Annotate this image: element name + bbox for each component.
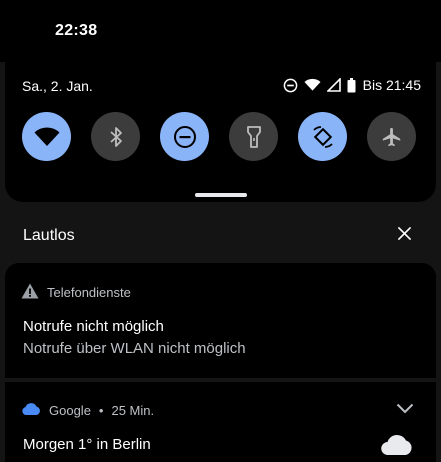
weather-cloud-icon: [380, 432, 414, 461]
notification-app-name: Telefondienste: [47, 285, 131, 300]
battery-text: Bis 21:45: [362, 77, 421, 93]
notification-app-name: Google: [49, 403, 91, 418]
bluetooth-icon: [109, 126, 123, 148]
warning-icon: [21, 283, 39, 302]
clock: 22:38: [55, 22, 98, 39]
notification-title: Morgen 1° in Berlin: [23, 436, 151, 453]
drag-handle[interactable]: [195, 193, 247, 197]
qs-status-icons: Bis 21:45: [283, 77, 421, 93]
wifi-icon: [34, 126, 60, 147]
cloud-icon: [21, 402, 41, 419]
battery-icon: [347, 77, 356, 93]
airplane-icon: [381, 126, 403, 148]
notification-card-google[interactable]: Google • 25 Min. Morgen 1° in Berlin: [5, 382, 436, 462]
quick-settings-panel: Sa., 2. Jan. Bis 21:45: [5, 62, 436, 202]
silent-section-header: Lautlos: [0, 213, 441, 259]
auto-rotate-icon: [311, 125, 335, 149]
notification-card-telefondienste[interactable]: Telefondienste Notrufe nicht möglich Not…: [5, 263, 436, 378]
notification-header: Google • 25 Min.: [21, 402, 154, 419]
close-button[interactable]: [394, 226, 414, 246]
tile-wifi[interactable]: [22, 112, 71, 161]
separator-dot: •: [98, 403, 104, 418]
notification-header: Telefondienste: [21, 283, 131, 302]
flashlight-icon: [246, 125, 261, 148]
do-not-disturb-icon: [283, 78, 298, 93]
expand-button[interactable]: [394, 401, 416, 419]
chevron-down-icon: [396, 401, 414, 419]
notification-title: Notrufe nicht möglich: [23, 318, 164, 335]
tile-do-not-disturb[interactable]: [160, 112, 209, 161]
tile-flashlight[interactable]: [229, 112, 278, 161]
quick-settings-tiles: [22, 112, 416, 161]
tile-bluetooth[interactable]: [91, 112, 140, 161]
tile-airplane-mode[interactable]: [367, 112, 416, 161]
close-icon: [397, 227, 411, 245]
signal-icon: [326, 78, 341, 92]
wifi-icon: [304, 78, 321, 92]
notification-time: 25 Min.: [111, 403, 155, 418]
silent-section-title: Lautlos: [23, 227, 75, 244]
do-not-disturb-icon: [173, 125, 197, 149]
notification-text: Notrufe über WLAN nicht möglich: [23, 340, 246, 357]
status-bar: 22:38: [0, 0, 441, 62]
tile-auto-rotate[interactable]: [298, 112, 347, 161]
qs-date[interactable]: Sa., 2. Jan.: [22, 78, 93, 94]
